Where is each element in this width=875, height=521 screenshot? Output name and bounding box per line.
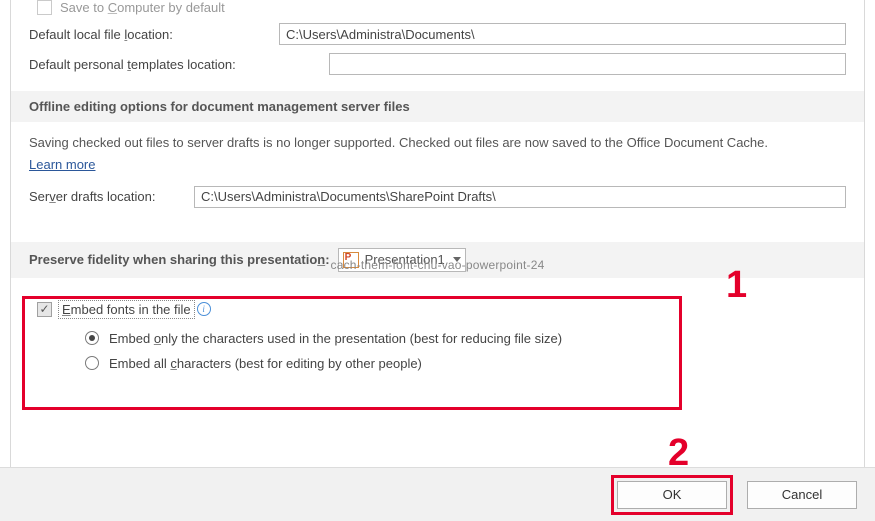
server-drafts-label: Server drafts location:	[29, 189, 194, 204]
cancel-button[interactable]: Cancel	[747, 481, 857, 509]
offline-section-header: Offline editing options for document man…	[11, 91, 864, 122]
save-to-computer-label: Save to Computer by default	[60, 0, 225, 15]
default-local-input[interactable]	[279, 23, 846, 45]
annotation-marker-1: 1	[726, 264, 747, 307]
default-templates-row: Default personal templates location:	[29, 53, 846, 75]
presentation-dropdown-value: Presentation1	[365, 252, 445, 267]
embed-fonts-block: Embed fonts in the file i Embed only the…	[29, 302, 846, 371]
embed-all-radio[interactable]	[85, 356, 99, 370]
default-templates-label: Default personal templates location:	[29, 57, 329, 72]
embed-all-row: Embed all characters (best for editing b…	[85, 356, 846, 371]
embed-all-label: Embed all characters (best for editing b…	[109, 356, 422, 371]
presentation-dropdown[interactable]: Presentation1	[338, 248, 466, 272]
default-local-row: Default local file location:	[29, 23, 846, 45]
save-to-computer-row: Save to Computer by default	[37, 0, 846, 15]
preserve-label: Preserve fidelity when sharing this pres…	[29, 252, 330, 267]
embed-only-label: Embed only the characters used in the pr…	[109, 331, 562, 346]
server-drafts-row: Server drafts location:	[29, 186, 846, 208]
embed-options-group: Embed only the characters used in the pr…	[85, 331, 846, 371]
powerpoint-file-icon	[343, 252, 359, 268]
embed-only-row: Embed only the characters used in the pr…	[85, 331, 846, 346]
learn-more-link[interactable]: Learn more	[29, 157, 95, 172]
embed-fonts-checkbox[interactable]	[37, 302, 52, 317]
embed-fonts-row: Embed fonts in the file i	[37, 302, 846, 317]
dialog-footer: OK Cancel	[0, 467, 875, 521]
save-to-computer-checkbox[interactable]	[37, 0, 52, 15]
annotation-box-2: OK	[611, 475, 733, 515]
embed-only-radio[interactable]	[85, 331, 99, 345]
default-templates-input[interactable]	[329, 53, 846, 75]
default-local-label: Default local file location:	[29, 27, 279, 42]
embed-fonts-label: Embed fonts in the file	[60, 302, 193, 317]
chevron-down-icon	[453, 257, 461, 262]
ok-button[interactable]: OK	[617, 481, 727, 509]
offline-body-text: Saving checked out files to server draft…	[29, 134, 846, 153]
options-panel: Save to Computer by default Default loca…	[10, 0, 865, 467]
info-icon[interactable]: i	[197, 302, 211, 316]
server-drafts-input[interactable]	[194, 186, 846, 208]
